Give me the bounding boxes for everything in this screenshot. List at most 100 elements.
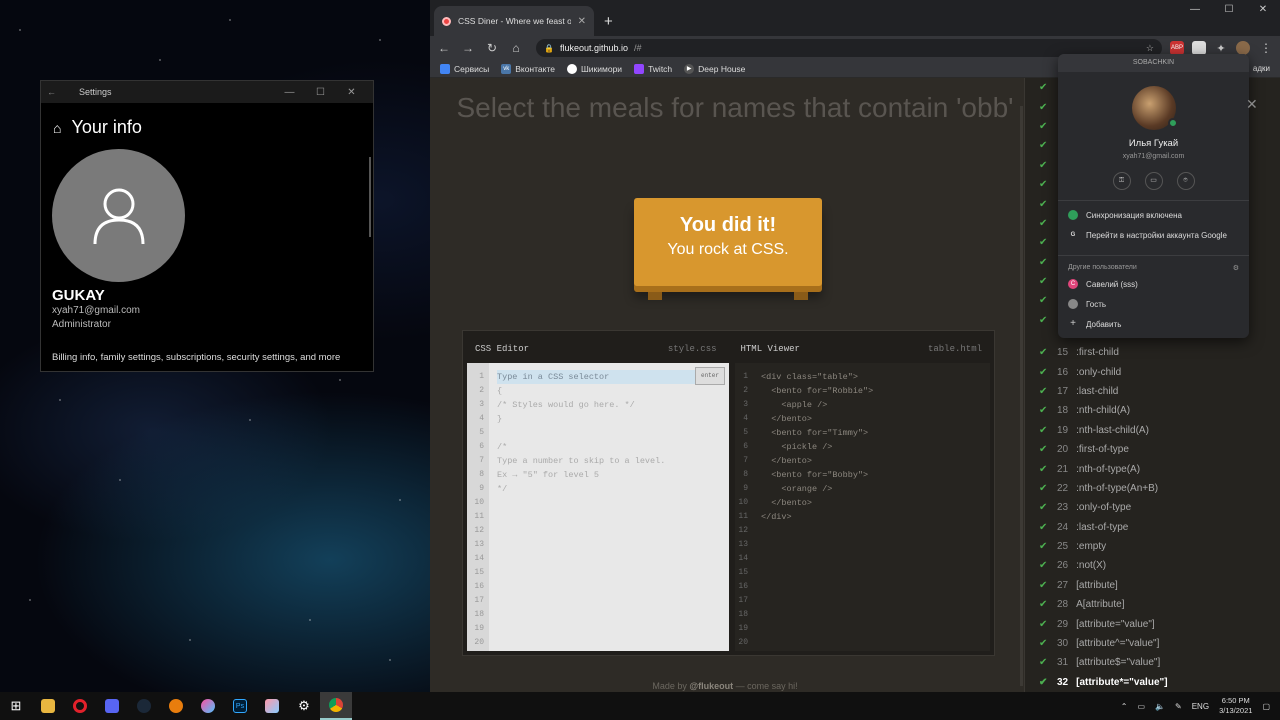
back-arrow-icon[interactable]: ←: [47, 87, 67, 97]
language-indicator[interactable]: ENG: [1192, 702, 1209, 711]
author-link[interactable]: @flukeout: [689, 681, 733, 691]
lock-icon[interactable]: 🔒: [544, 44, 554, 53]
extension-icon[interactable]: [1192, 41, 1206, 55]
level-item[interactable]: ✔ 25:empty: [1025, 537, 1280, 556]
level-item[interactable]: ✔ 29 [attribute="value"]: [1025, 614, 1280, 633]
level-item[interactable]: ✔ 21:nth-of-type(A): [1025, 459, 1280, 478]
notifications-icon[interactable]: ▢: [1262, 702, 1270, 711]
bookmark-shikimori[interactable]: Шикимори: [567, 63, 622, 74]
add-user-row[interactable]: + Добавить: [1058, 314, 1249, 334]
bookmark-twitch[interactable]: Twitch: [634, 63, 672, 74]
network-icon[interactable]: ▭: [1137, 702, 1145, 711]
settings-titlebar: ← Settings — ☐ ✕: [41, 81, 373, 103]
page-title: Your info: [71, 117, 142, 137]
level-item[interactable]: ✔ 19:nth-last-child(A): [1025, 421, 1280, 440]
checkmark-icon: ✔: [1039, 101, 1048, 113]
level-item[interactable]: ✔ 26:not(X): [1025, 556, 1280, 575]
tab-css-diner[interactable]: CSS Diner - Where we feast on CSS ✕: [434, 6, 594, 36]
level-item[interactable]: ✔ 23:only-of-type: [1025, 498, 1280, 517]
new-tab-button[interactable]: +: [594, 13, 623, 36]
bookmark-star-icon[interactable]: ☆: [1146, 43, 1154, 54]
close-tab-icon[interactable]: ✕: [578, 16, 586, 27]
level-item[interactable]: ✔ 28 A[attribute]: [1025, 595, 1280, 614]
chevron-up-icon[interactable]: ⌃: [1121, 702, 1128, 711]
code-line: <orange />: [761, 484, 833, 494]
line-number: 9: [743, 484, 748, 493]
success-subtitle: You rock at CSS.: [667, 241, 789, 258]
level-number: 25: [1057, 541, 1069, 553]
taskbar-settings[interactable]: ⚙: [288, 692, 320, 720]
level-item[interactable]: ✔ 27 [attribute]: [1025, 576, 1280, 595]
taskbar-opera[interactable]: [64, 692, 96, 720]
bookmark-deep-house[interactable]: ▶ Deep House: [684, 63, 745, 74]
google-icon: G: [1070, 232, 1076, 238]
level-item[interactable]: ✔ 31 [attribute$="value"]: [1025, 653, 1280, 672]
user-row[interactable]: C Савелий (sss): [1058, 274, 1249, 294]
puzzle-icon[interactable]: ✦: [1214, 41, 1228, 55]
minimize-button[interactable]: —: [1178, 0, 1212, 20]
forward-icon[interactable]: →: [460, 41, 476, 55]
taskbar-steam[interactable]: [128, 692, 160, 720]
start-button[interactable]: ⊞: [0, 692, 32, 720]
checkmark-icon: ✔: [1039, 295, 1048, 307]
enter-button[interactable]: enter: [694, 367, 725, 385]
home-icon[interactable]: ⌂: [53, 120, 61, 136]
close-button[interactable]: ✕: [1246, 0, 1280, 20]
google-account-row[interactable]: G Перейти в настройки аккаунта Google: [1058, 225, 1249, 245]
bookmark-vk[interactable]: vk Вконтакте: [501, 63, 555, 74]
adblock-icon[interactable]: ABP: [1170, 41, 1184, 55]
pen-icon[interactable]: ✎: [1175, 702, 1182, 711]
billing-link-text[interactable]: Billing info, family settings, subscript…: [52, 351, 342, 364]
page-scrollbar[interactable]: [1020, 106, 1023, 686]
reload-icon[interactable]: ↻: [484, 41, 500, 55]
level-number: 32: [1057, 676, 1069, 688]
guest-row[interactable]: Гость: [1058, 294, 1249, 314]
profile-avatar-icon[interactable]: [1236, 41, 1250, 55]
card-icon[interactable]: ▭: [1144, 172, 1163, 190]
close-button[interactable]: ✕: [336, 87, 367, 98]
key-icon[interactable]: ⚿: [1112, 172, 1131, 190]
back-icon[interactable]: ←: [436, 41, 452, 55]
close-icon[interactable]: ✕: [1246, 96, 1258, 113]
scrollbar[interactable]: [369, 157, 371, 237]
other-bookmarks[interactable]: адки: [1253, 64, 1270, 73]
location-pin-icon[interactable]: ⌾: [1176, 172, 1195, 190]
level-item[interactable]: ✔ 22:nth-of-type(An+B): [1025, 479, 1280, 498]
bookmark-services[interactable]: Сервисы: [440, 63, 489, 74]
home-icon[interactable]: ⌂: [508, 41, 524, 55]
css-code[interactable]: enter Type in a CSS selector {/* Styles w…: [489, 363, 729, 651]
chrome-icon: [329, 698, 343, 712]
maximize-button[interactable]: ☐: [1212, 0, 1246, 20]
volume-icon[interactable]: 🔈: [1155, 702, 1165, 711]
level-item[interactable]: ✔ 15:first-child: [1025, 343, 1280, 362]
settings-header: ⌂ Your info: [41, 103, 373, 138]
taskbar-discord[interactable]: [96, 692, 128, 720]
clock[interactable]: 6:50 PM 3/13/2021: [1219, 696, 1252, 716]
taskbar-chrome[interactable]: [320, 692, 352, 720]
checkmark-icon: ✔: [1039, 676, 1048, 688]
line-number: 4: [743, 414, 748, 423]
level-item[interactable]: ✔ 30 [attribute^="value"]: [1025, 634, 1280, 653]
taskbar-explorer[interactable]: [32, 692, 64, 720]
level-item[interactable]: ✔ 17:last-child: [1025, 382, 1280, 401]
level-item[interactable]: ✔ 24:last-of-type: [1025, 518, 1280, 537]
level-item[interactable]: ✔ 16:only-child: [1025, 362, 1280, 381]
level-name: :nth-last-child(A): [1076, 424, 1149, 436]
code-line: Type in a CSS selector: [497, 370, 699, 384]
taskbar-app-2[interactable]: [256, 692, 288, 720]
minimize-button[interactable]: —: [274, 87, 305, 98]
sync-row[interactable]: Синхронизация включена: [1058, 205, 1249, 225]
level-item[interactable]: ✔ 20:first-of-type: [1025, 440, 1280, 459]
taskbar-photoshop[interactable]: Ps: [224, 692, 256, 720]
menu-icon[interactable]: ⋮: [1258, 41, 1274, 55]
level-number: 28: [1057, 599, 1069, 611]
gear-icon[interactable]: ⚙: [1233, 264, 1239, 272]
checkmark-icon: ✔: [1039, 120, 1048, 132]
css-editor[interactable]: 1 2 3 4 5 6 7 8 9 10 11 12 13 14 15 16 17 18 19 20 enter Ty…: [467, 363, 729, 651]
level-item[interactable]: ✔ 18:nth-child(A): [1025, 401, 1280, 420]
level-item[interactable]: ✔ 32 [attribute*="value"]: [1025, 673, 1280, 692]
taskbar-app[interactable]: [192, 692, 224, 720]
taskbar-blender[interactable]: [160, 692, 192, 720]
guest-icon: [1068, 299, 1078, 309]
maximize-button[interactable]: ☐: [305, 87, 336, 98]
